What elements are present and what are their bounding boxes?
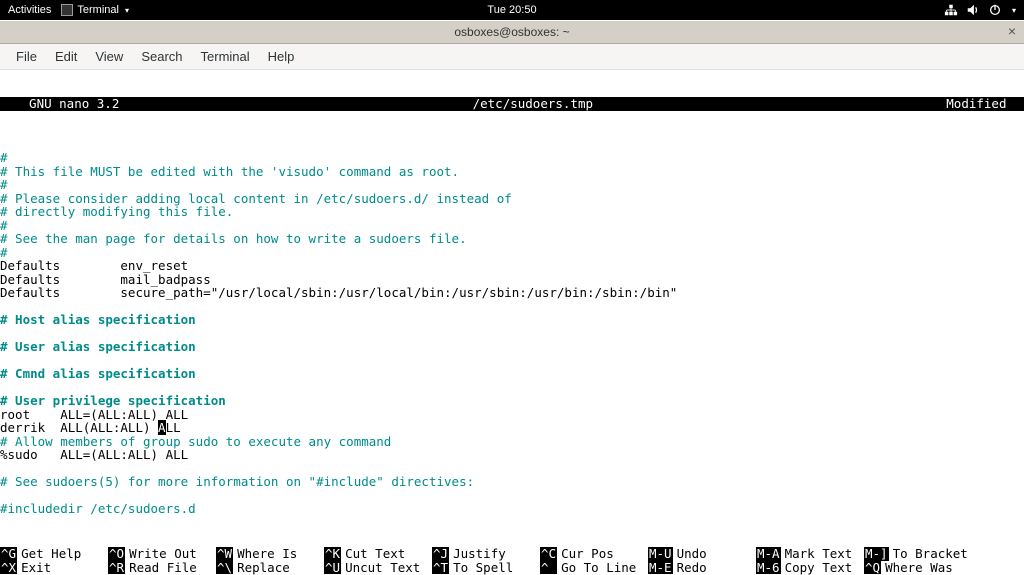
close-icon[interactable]: × <box>1008 24 1016 38</box>
shortcut: ^UUncut Text <box>324 561 432 575</box>
editor-content[interactable]: # # This file MUST be edited with the 'v… <box>0 138 1024 516</box>
menu-edit[interactable]: Edit <box>47 46 85 67</box>
shortcut: M-UUndo <box>648 547 756 561</box>
shortcut-key: ^U <box>324 561 341 575</box>
app-menu-label: Terminal <box>77 4 119 16</box>
editor-line: #includedir /etc/sudoers.d <box>0 501 196 516</box>
editor-line: # User alias specification <box>0 339 196 354</box>
gnome-top-bar: Activities Terminal ▾ Tue 20:50 ▾ <box>0 0 1024 20</box>
menu-search[interactable]: Search <box>133 46 190 67</box>
shortcut-key: M-E <box>648 561 673 575</box>
system-tray[interactable]: ▾ <box>944 3 1016 17</box>
shortcut-key: M-U <box>648 547 673 561</box>
shortcut: ^KCut Text <box>324 547 432 561</box>
editor-line: # See the man page for details on how to… <box>0 231 467 246</box>
shortcut-key: M-] <box>864 547 889 561</box>
shortcut-key: M-A <box>756 547 781 561</box>
shortcut-desc: Read File <box>125 561 197 575</box>
shortcut-desc: Go To Line <box>557 561 636 575</box>
editor-line: # See sudoers(5) for more information on… <box>0 474 474 489</box>
shortcut-desc: Justify <box>449 547 506 561</box>
terminal-area[interactable]: GNU nano 3.2 /etc/sudoers.tmp Modified #… <box>0 70 1024 574</box>
clock[interactable]: Tue 20:50 <box>487 4 536 16</box>
shortcut: ^_Go To Line <box>540 561 648 575</box>
shortcut-desc: To Bracket <box>889 547 968 561</box>
shortcut-desc: Uncut Text <box>341 561 420 575</box>
shortcut-key: ^X <box>0 561 17 575</box>
shortcut-desc: Redo <box>673 561 707 575</box>
shortcut-key: ^R <box>108 561 125 575</box>
network-icon <box>944 3 958 17</box>
shortcut: ^JJustify <box>432 547 540 561</box>
shortcut: ^QWhere Was <box>864 561 972 575</box>
shortcut-desc: Copy Text <box>781 561 853 575</box>
shortcut: ^WWhere Is <box>216 547 324 561</box>
editor-line: # directly modifying this file. <box>0 204 233 219</box>
shortcut: M-]To Bracket <box>864 547 972 561</box>
terminal-icon <box>61 4 73 16</box>
shortcut: M-AMark Text <box>756 547 864 561</box>
menu-view[interactable]: View <box>87 46 131 67</box>
nano-version: GNU nano 3.2 <box>4 97 119 111</box>
shortcut-key: ^Q <box>864 561 881 575</box>
shortcut-key: ^K <box>324 547 341 561</box>
shortcut-key: ^J <box>432 547 449 561</box>
shortcut-desc: Replace <box>233 561 290 575</box>
nano-header: GNU nano 3.2 /etc/sudoers.tmp Modified <box>0 97 1024 111</box>
shortcut: ^OWrite Out <box>108 547 216 561</box>
shortcut-key: ^G <box>0 547 17 561</box>
menu-file[interactable]: File <box>8 46 45 67</box>
window-title: osboxes@osboxes: ~ <box>454 25 569 39</box>
shortcut-desc: Write Out <box>125 547 197 561</box>
shortcut-desc: To Spell <box>449 561 513 575</box>
shortcut-key: ^\ <box>216 561 233 575</box>
window-menubar: File Edit View Search Terminal Help <box>0 44 1024 70</box>
menu-terminal[interactable]: Terminal <box>193 46 258 67</box>
shortcut-desc: Exit <box>17 561 51 575</box>
editor-line: # This file MUST be edited with the 'vis… <box>0 164 459 179</box>
editor-line: # Host alias specification <box>0 312 196 327</box>
shortcut-desc: Cur Pos <box>557 547 614 561</box>
shortcut: M-6Copy Text <box>756 561 864 575</box>
shortcut-desc: Cut Text <box>341 547 405 561</box>
shortcut-desc: Where Was <box>881 561 953 575</box>
nano-shortcuts: ^GGet Help ^OWrite Out ^WWhere Is ^KCut … <box>0 547 1024 574</box>
activities-button[interactable]: Activities <box>8 4 51 16</box>
shortcut-desc: Get Help <box>17 547 81 561</box>
app-menu[interactable]: Terminal ▾ <box>61 4 129 16</box>
nano-modified: Modified <box>946 97 1020 111</box>
shortcut: ^TTo Spell <box>432 561 540 575</box>
shortcut: ^GGet Help <box>0 547 108 561</box>
volume-icon <box>966 3 980 17</box>
shortcut-key: ^W <box>216 547 233 561</box>
chevron-down-icon: ▾ <box>125 6 129 15</box>
shortcut-key: ^_ <box>540 561 557 575</box>
menu-help[interactable]: Help <box>260 46 303 67</box>
editor-line: %sudo ALL=(ALL:ALL) ALL <box>0 447 188 462</box>
shortcut: ^XExit <box>0 561 108 575</box>
shortcut-key: ^O <box>108 547 125 561</box>
nano-filepath: /etc/sudoers.tmp <box>119 97 946 111</box>
shortcut: ^CCur Pos <box>540 547 648 561</box>
shortcut-desc: Where Is <box>233 547 297 561</box>
shortcut: ^\Replace <box>216 561 324 575</box>
window-titlebar[interactable]: osboxes@osboxes: ~ × <box>0 20 1024 44</box>
shortcut-desc: Mark Text <box>781 547 853 561</box>
shortcut-key: ^T <box>432 561 449 575</box>
editor-line: Defaults secure_path="/usr/local/sbin:/u… <box>0 285 677 300</box>
power-icon <box>988 3 1002 17</box>
chevron-down-icon: ▾ <box>1012 6 1016 15</box>
editor-line: # Cmnd alias specification <box>0 366 196 381</box>
shortcut-key: ^C <box>540 547 557 561</box>
shortcut: M-ERedo <box>648 561 756 575</box>
shortcut: ^RRead File <box>108 561 216 575</box>
shortcut-key: M-6 <box>756 561 781 575</box>
shortcut-desc: Undo <box>673 547 707 561</box>
